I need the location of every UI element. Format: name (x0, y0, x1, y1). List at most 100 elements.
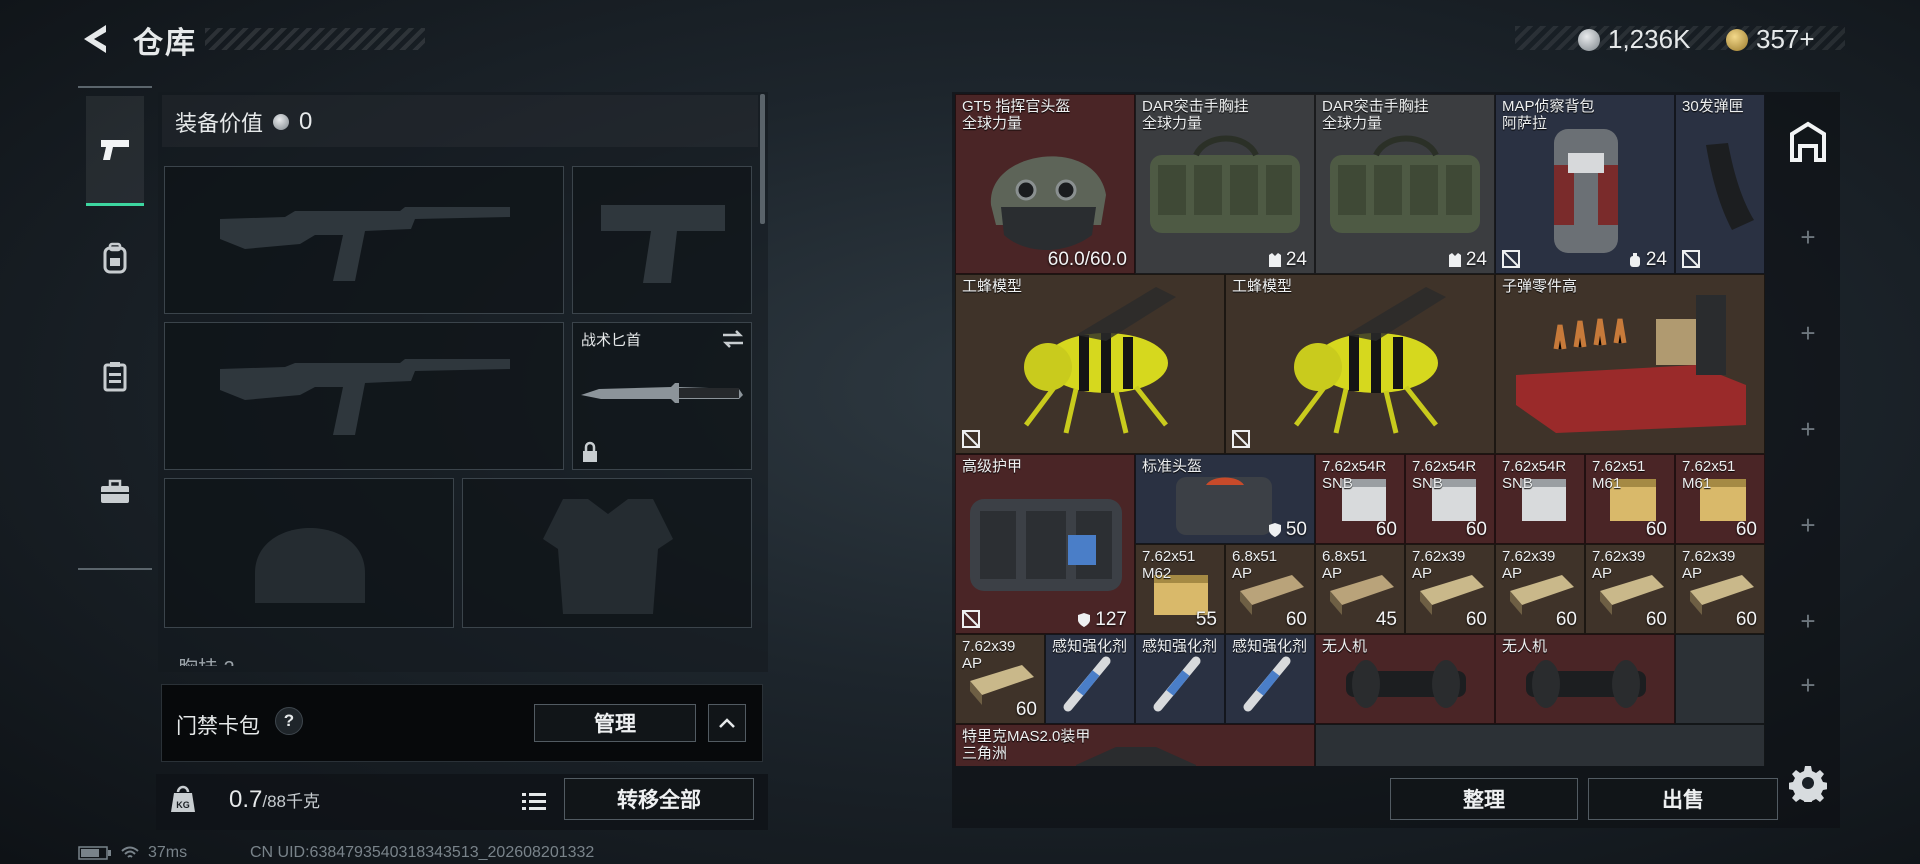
inventory-item[interactable]: 工蜂模型 (955, 274, 1225, 454)
expand-button[interactable] (708, 704, 746, 742)
add-warehouse-button[interactable]: + (1795, 672, 1821, 698)
tab-chest-rig[interactable] (86, 340, 144, 412)
inventory-item[interactable]: 7.62x51 M62 55 (1135, 544, 1225, 634)
inventory-item[interactable]: 7.62x51 M61 60 (1585, 454, 1675, 544)
item-name: 无人机 (1502, 638, 1548, 655)
item-name: 7.62x39 AP (962, 638, 1016, 672)
add-warehouse-button[interactable]: + (1795, 608, 1821, 634)
item-durability: 127 (1077, 609, 1127, 631)
item-name: 感知强化剂 (1232, 638, 1308, 655)
list-view-button[interactable] (516, 782, 552, 820)
inventory-item[interactable]: 7.62x54R SNB 60 (1405, 454, 1495, 544)
item-quantity: 60 (1735, 519, 1757, 540)
inventory-item[interactable]: 7.62x39 AP 60 (1585, 544, 1675, 634)
help-icon[interactable]: ? (275, 707, 303, 735)
inventory-item[interactable]: 无人机 (1315, 634, 1495, 724)
item-capacity-value: 24 (1465, 249, 1487, 270)
empty-slot[interactable] (1315, 724, 1765, 766)
gear-icon[interactable] (1789, 764, 1827, 802)
item-name: 特里克MAS2.0装甲 三角洲 (962, 728, 1091, 762)
item-name: 7.62x39 AP (1592, 548, 1646, 582)
tab-toolbox[interactable] (86, 456, 144, 528)
inventory-item[interactable]: 6.8x51 AP 45 (1315, 544, 1405, 634)
inventory-item[interactable]: 7.62x39 AP 60 (1405, 544, 1495, 634)
gold-coin-icon (1726, 28, 1748, 51)
add-warehouse-button[interactable]: + (1795, 224, 1821, 250)
premium-balance[interactable]: 357+ (1726, 24, 1815, 55)
item-capacity: 24 (1628, 249, 1667, 271)
warehouse-icon[interactable] (1782, 112, 1834, 172)
tabs-divider (78, 86, 152, 88)
inventory-item[interactable]: 高级护甲 127 (955, 454, 1135, 634)
armor-slot[interactable] (462, 478, 752, 628)
item-name: 7.62x51 M62 (1142, 548, 1196, 582)
weight-value: 0.7 (229, 786, 263, 813)
inventory-item[interactable]: 7.62x39 AP 60 (1495, 544, 1585, 634)
item-capacity-value: 24 (1645, 249, 1667, 270)
sort-button[interactable]: 整理 (1390, 778, 1578, 820)
pistol-silhouette-icon (601, 205, 725, 283)
inventory-item[interactable]: 6.8x51 AP 60 (1225, 544, 1315, 634)
helmet-slot[interactable] (164, 478, 454, 628)
inventory-item[interactable]: 7.62x54R SNB (1495, 454, 1585, 544)
item-name: 感知强化剂 (1052, 638, 1128, 655)
ping-readout: 37ms (148, 844, 188, 861)
coin-balance[interactable]: 1,236K (1578, 24, 1690, 55)
no-trade-icon (1232, 430, 1250, 448)
inventory-item[interactable]: 工蜂模型 (1225, 274, 1495, 454)
inventory-item[interactable]: MAP侦察背包 阿萨拉 24 (1495, 94, 1675, 274)
tab-weapons[interactable] (86, 96, 144, 206)
item-quantity: 60 (1285, 609, 1307, 630)
swap-icon[interactable] (721, 329, 745, 349)
chevron-up-icon (719, 718, 735, 728)
inventory-item[interactable]: 感知强化剂 (1135, 634, 1225, 724)
item-name: 高级护甲 (962, 458, 1023, 475)
back-arrow-icon[interactable] (78, 22, 114, 56)
transfer-all-button[interactable]: 转移全部 (564, 778, 754, 820)
inventory-item[interactable]: 7.62x54R SNB 60 (1315, 454, 1405, 544)
tab-backpack[interactable] (86, 222, 144, 294)
add-warehouse-button[interactable]: + (1795, 320, 1821, 346)
inventory-item[interactable]: 无人机 (1495, 634, 1675, 724)
sell-button[interactable]: 出售 (1588, 778, 1778, 820)
item-quantity: 60 (1555, 609, 1577, 630)
rifle-silhouette-icon (220, 207, 510, 281)
inventory-item[interactable]: 30发弹匣 (1675, 94, 1765, 274)
item-name: 7.62x51 M61 (1592, 458, 1646, 492)
inventory-item[interactable]: 标准头盔 50 (1135, 454, 1315, 544)
inventory-item[interactable]: 感知强化剂 (1045, 634, 1135, 724)
vest-icon (1448, 253, 1461, 267)
inventory-item[interactable]: 特里克MAS2.0装甲 三角洲 (955, 724, 1315, 766)
inventory-item[interactable]: 7.62x51 M61 60 (1675, 454, 1765, 544)
equipment-scrollbar[interactable] (760, 94, 765, 224)
inventory-item[interactable]: 感知强化剂 (1225, 634, 1315, 724)
item-quantity: 60 (1645, 519, 1667, 540)
shield-icon (1078, 613, 1091, 627)
item-capacity: 24 (1268, 249, 1307, 271)
inventory-item[interactable]: DAR突击手胸挂 全球力量 24 (1135, 94, 1315, 274)
item-name: 无人机 (1322, 638, 1368, 655)
pistol-slot[interactable] (572, 166, 752, 314)
bee-model-image (1024, 287, 1176, 434)
inventory-item[interactable]: 7.62x39 AP 60 (955, 634, 1045, 724)
manage-button[interactable]: 管理 (534, 704, 696, 742)
inventory-item[interactable]: GT5 指挥官头盔 全球力量 60.0/60.0 (955, 94, 1135, 274)
item-name: 6.8x51 AP (1322, 548, 1368, 582)
item-quantity: 55 (1195, 609, 1217, 630)
add-warehouse-button[interactable]: + (1795, 416, 1821, 442)
inventory-item[interactable]: 7.62x39 AP 60 (1675, 544, 1765, 634)
inventory-item[interactable]: DAR突击手胸挂 全球力量 24 (1315, 94, 1495, 274)
primary-weapon-slot[interactable] (164, 166, 564, 314)
chest-rig-label: 胸挂 2 (178, 652, 235, 666)
item-quantity: 45 (1375, 609, 1397, 630)
item-quantity: 60 (1465, 519, 1487, 540)
item-capacity: 24 (1448, 249, 1487, 271)
add-warehouse-button[interactable]: + (1795, 512, 1821, 538)
item-name: 7.62x39 AP (1502, 548, 1556, 582)
inventory-item[interactable]: 子弹零件高 (1495, 274, 1765, 454)
item-name: 7.62x51 M61 (1682, 458, 1736, 492)
empty-slot[interactable] (1675, 634, 1765, 724)
knife-slot[interactable]: 战术匕首 (572, 322, 752, 470)
secondary-weapon-slot[interactable] (164, 322, 564, 470)
item-quantity: 60 (1375, 519, 1397, 540)
